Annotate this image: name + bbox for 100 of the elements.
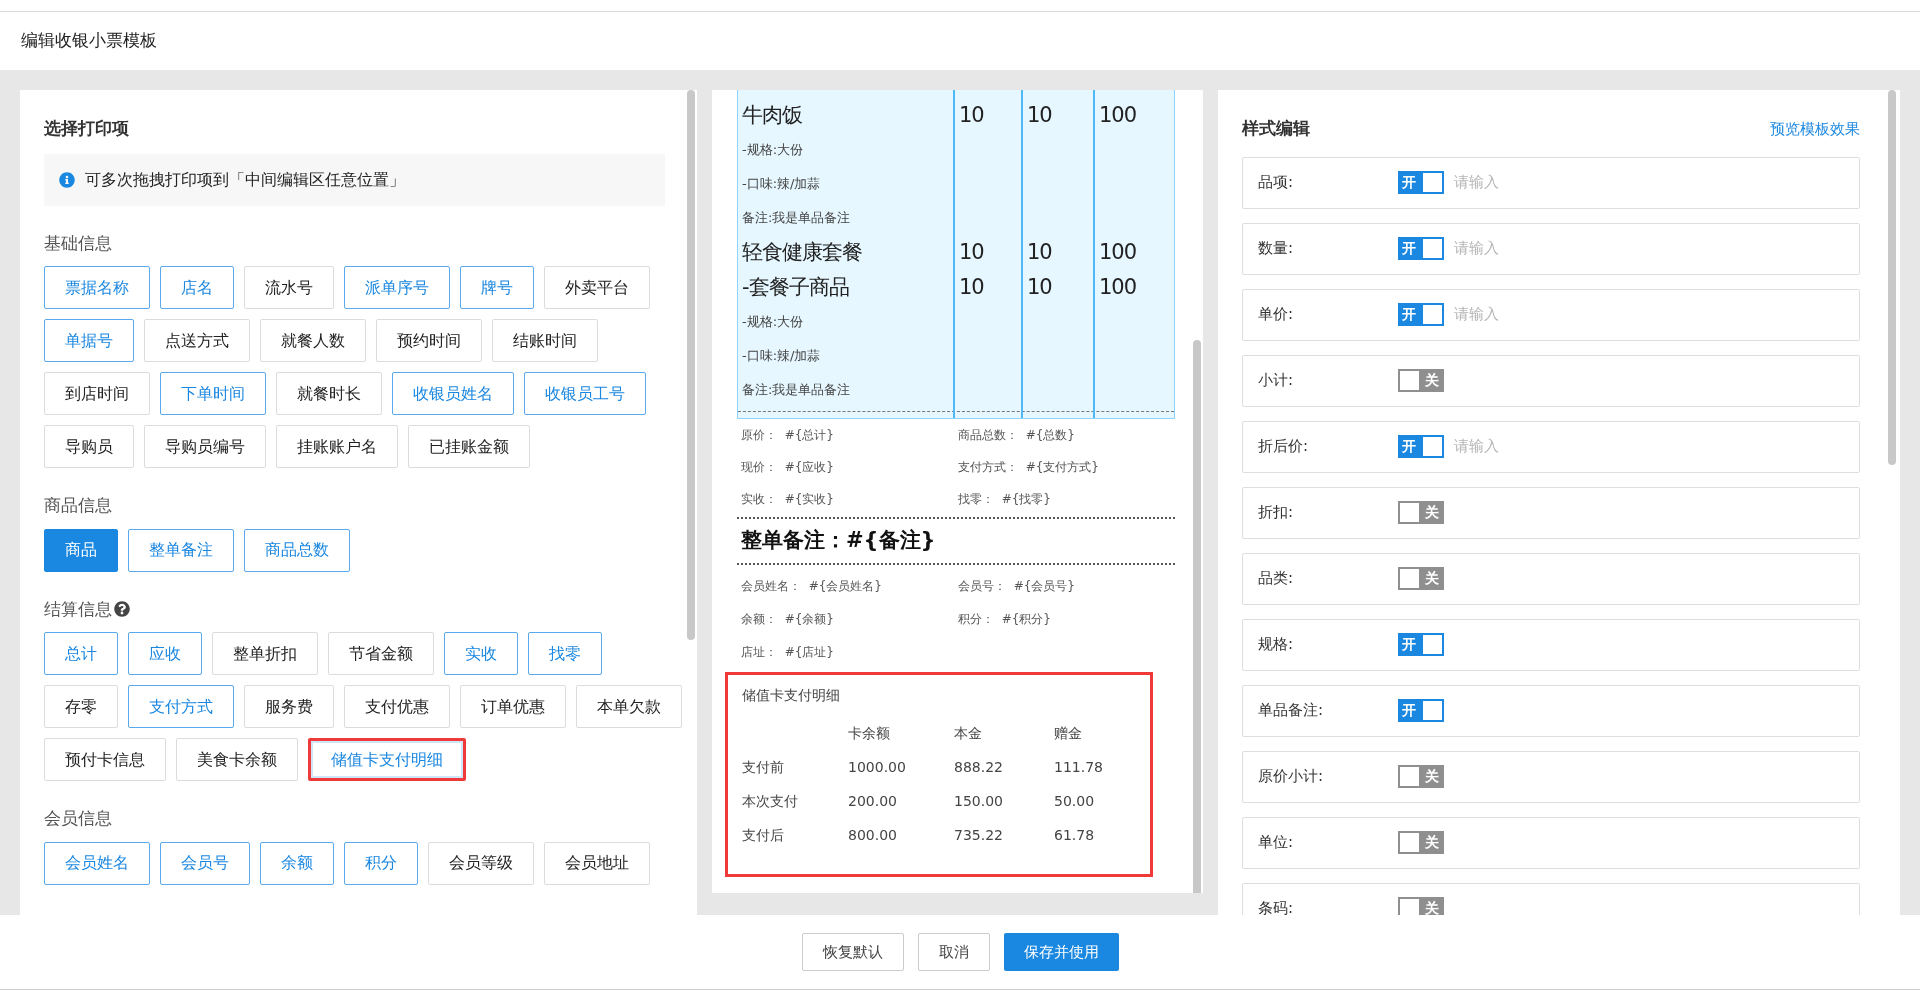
toggle-switch[interactable]: 开 [1398, 303, 1444, 326]
toggle-switch[interactable]: 开 [1398, 171, 1444, 194]
scrollbar-thumb[interactable] [687, 90, 695, 640]
print-item-chip[interactable]: 单据号 [44, 319, 134, 362]
print-item-chip[interactable]: 应收 [128, 632, 202, 675]
scrollbar-thumb[interactable] [1888, 90, 1896, 465]
toggle-switch[interactable]: 开 [1398, 699, 1444, 722]
row-label: 单价: [1258, 304, 1295, 326]
print-item-chip[interactable]: 牌号 [460, 266, 534, 309]
stored-value-title: 储值卡支付明细 [742, 686, 841, 705]
product-name: -套餐子商品 [741, 273, 850, 301]
section-title: 选择打印项 [44, 117, 130, 140]
print-item-chip[interactable]: 票据名称 [44, 266, 150, 309]
group-title: 基础信息 [44, 231, 112, 255]
price-value: 10 [1026, 273, 1053, 301]
print-item-chip[interactable]: 就餐人数 [260, 319, 366, 362]
print-item-chip[interactable]: 订单优惠 [460, 685, 566, 728]
toggle-switch[interactable]: 关 [1398, 369, 1444, 392]
print-item-chip[interactable]: 商品 [44, 528, 118, 572]
print-item-chip[interactable]: 会员号 [160, 841, 250, 885]
toggle-switch[interactable]: 关 [1398, 567, 1444, 590]
table-cell-text: 61.78 [1054, 825, 1096, 845]
text-input[interactable]: 请输入 [1454, 171, 1654, 194]
receipt-field: 实收： #{实收} [741, 490, 834, 508]
row-label: 单位: [1258, 832, 1295, 854]
row-label: 品项: [1258, 172, 1295, 194]
row-label: 折扣: [1258, 502, 1295, 524]
group-title: 商品信息 [44, 494, 112, 517]
text-input[interactable]: 请输入 [1454, 237, 1654, 260]
print-item-chip[interactable]: 就餐时长 [276, 372, 382, 415]
table-cell-text: 200.00 [848, 791, 898, 811]
receipt-field: 找零： #{找零} [958, 490, 1051, 508]
print-item-chip[interactable]: 预约时间 [376, 319, 482, 362]
print-item-chip[interactable]: 服务费 [244, 685, 334, 728]
print-item-chip[interactable]: 已挂账金额 [408, 425, 530, 468]
print-item-chip[interactable]: 导购员 [44, 425, 134, 468]
print-item-chip[interactable]: 会员地址 [544, 841, 650, 885]
print-item-chip[interactable]: 流水号 [244, 266, 334, 309]
price-value: 10 [1026, 238, 1053, 266]
print-item-chip[interactable]: 收银员姓名 [392, 372, 514, 415]
row-label: 支付前 [742, 757, 785, 777]
print-item-chip[interactable]: 节省金额 [328, 632, 434, 675]
print-item-chip[interactable]: 收银员工号 [524, 372, 646, 415]
toggle-switch[interactable]: 关 [1398, 831, 1444, 854]
print-item-chip[interactable]: 预付卡信息 [44, 738, 166, 781]
print-item-chip[interactable]: 导购员编号 [144, 425, 266, 468]
print-item-chip[interactable]: 整单折扣 [212, 632, 318, 675]
print-item-chip[interactable]: 总计 [44, 632, 118, 675]
print-item-chip[interactable]: 积分 [344, 841, 418, 885]
print-item-chip[interactable]: 支付优惠 [344, 685, 450, 728]
toggle-switch[interactable]: 关 [1398, 501, 1444, 524]
table-cell-text: 150.00 [954, 791, 1004, 811]
scrollbar-thumb[interactable] [1193, 340, 1201, 893]
toggle-switch[interactable]: 开 [1398, 633, 1444, 656]
tip-text: 可多次拖拽打印项到「中间编辑区任意位置」 [85, 168, 405, 191]
text-input[interactable]: 请输入 [1454, 303, 1654, 326]
product-name: 牛肉饭 [741, 101, 803, 129]
print-item-chip[interactable]: 到店时间 [44, 372, 150, 415]
receipt-field: 余额： #{余额} [741, 609, 834, 628]
toggle-switch[interactable]: 开 [1398, 435, 1444, 458]
receipt-field: 会员号： #{会员号} [958, 576, 1075, 595]
print-item-chip[interactable]: 会员等级 [428, 841, 534, 885]
print-item-chip[interactable]: 商品总数 [244, 528, 350, 572]
print-item-chip[interactable]: 本单欠款 [576, 685, 682, 728]
print-item-chip[interactable]: 找零 [528, 632, 602, 675]
print-item-chip[interactable]: 储值卡支付明细 [308, 738, 466, 781]
product-detail: 备注:我是单品备注 [742, 381, 851, 400]
help-icon[interactable] [114, 601, 130, 618]
group-title: 会员信息 [44, 807, 112, 830]
print-item-chip[interactable]: 整单备注 [128, 528, 234, 572]
print-item-chip[interactable]: 实收 [444, 632, 518, 675]
print-item-chip[interactable]: 结账时间 [492, 319, 598, 362]
toggle-switch[interactable]: 关 [1398, 897, 1444, 915]
toggle-switch[interactable]: 关 [1398, 765, 1444, 788]
product-name: 轻食健康套餐 [741, 238, 863, 266]
print-item-chip[interactable]: 派单序号 [344, 266, 450, 309]
print-item-chip[interactable]: 美食卡余额 [176, 738, 298, 781]
receipt-field: 支付方式： #{支付方式} [958, 458, 1099, 476]
print-item-chip[interactable]: 余额 [260, 841, 334, 885]
print-item-chip[interactable]: 支付方式 [128, 685, 234, 728]
footer-button[interactable]: 保存并使用 [1003, 933, 1119, 971]
print-item-chip[interactable]: 店名 [160, 266, 234, 309]
text-input[interactable]: 请输入 [1454, 435, 1654, 458]
print-item-chip[interactable]: 下单时间 [160, 372, 266, 415]
column-header: 卡余额 [848, 723, 891, 743]
print-item-chip[interactable]: 外卖平台 [544, 266, 650, 309]
preview-link[interactable]: 预览模板效果 [1770, 117, 1860, 140]
footer-button[interactable]: 取消 [917, 933, 990, 971]
receipt-field: 商品总数： #{总数} [958, 426, 1075, 444]
print-item-chip[interactable]: 挂账账户名 [276, 425, 398, 468]
product-detail: -规格:大份 [742, 313, 804, 332]
print-item-chip[interactable]: 会员姓名 [44, 841, 150, 885]
group-title: 结算信息 [44, 597, 112, 621]
table-cell-text: 735.22 [954, 825, 1004, 845]
print-item-chip[interactable]: 点送方式 [144, 319, 250, 362]
print-item-chip[interactable]: 存零 [44, 685, 118, 728]
table-cell-text: 50.00 [1054, 791, 1096, 811]
row-label: 原价小计: [1258, 766, 1325, 788]
footer-button[interactable]: 恢复默认 [801, 933, 904, 971]
toggle-switch[interactable]: 开 [1398, 237, 1444, 260]
